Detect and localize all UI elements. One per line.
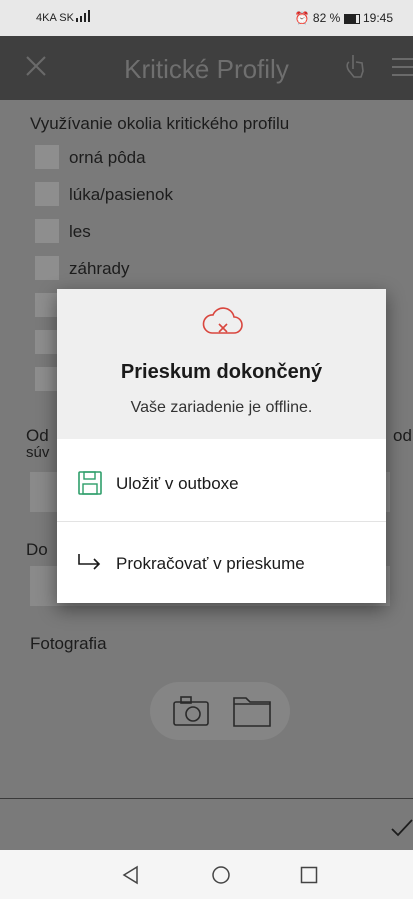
menu-icon[interactable] xyxy=(390,56,413,78)
checkbox[interactable] xyxy=(35,330,59,354)
recents-icon[interactable] xyxy=(300,866,318,884)
dialog-header: Prieskum dokončený Vaše zariadenie je of… xyxy=(57,289,386,439)
checkbox[interactable] xyxy=(35,293,59,317)
checkbox[interactable] xyxy=(35,256,59,280)
continue-survey-label: Prokračovať v prieskume xyxy=(116,554,305,573)
do-label: Do xyxy=(26,540,48,559)
save-outbox-button[interactable]: Uložiť v outboxe xyxy=(57,439,386,521)
floppy-disk-icon xyxy=(78,471,102,495)
checkmark-icon[interactable] xyxy=(391,819,413,837)
save-outbox-label: Uložiť v outboxe xyxy=(116,474,239,493)
option-label: lúka/pasienok xyxy=(69,185,173,204)
dialog-message: Vaše zariadenie je offline. xyxy=(130,399,313,416)
od-label: Od xyxy=(26,426,49,445)
option-label: orná pôda xyxy=(69,148,146,167)
battery-percent: 82 % xyxy=(312,11,341,25)
suv-label: súv xyxy=(26,444,50,461)
home-icon[interactable] xyxy=(211,865,231,885)
status-right: ⏰ 82 % 19:45 xyxy=(295,11,393,25)
status-bar: 4KA SK ⏰ 82 % 19:45 xyxy=(0,0,413,36)
battery-icon xyxy=(343,13,360,24)
signal-icon xyxy=(76,10,90,22)
checkbox[interactable] xyxy=(35,182,59,206)
checkbox[interactable] xyxy=(35,219,59,243)
photo-buttons xyxy=(150,682,290,740)
option-label: les xyxy=(69,222,91,241)
app-header: Kritické Profily xyxy=(0,36,413,100)
option-label: záhrady xyxy=(69,259,130,278)
touch-icon[interactable] xyxy=(344,52,366,80)
bottom-toolbar xyxy=(0,798,413,851)
arrow-return-icon xyxy=(78,554,101,570)
photo-label: Fotografia xyxy=(30,634,107,653)
clock: 19:45 xyxy=(362,11,393,25)
system-navbar xyxy=(0,850,413,899)
checkbox[interactable] xyxy=(35,145,59,169)
back-icon[interactable] xyxy=(121,865,139,885)
checkbox[interactable] xyxy=(35,367,59,391)
continue-survey-button[interactable]: Prokračovať v prieskume xyxy=(57,522,386,603)
od-label-right: od xyxy=(393,426,412,445)
alarm-icon: ⏰ xyxy=(294,11,310,25)
carrier-label: 4KA SK xyxy=(36,12,74,24)
folder-icon[interactable] xyxy=(232,694,272,728)
offline-dialog: Prieskum dokončený Vaše zariadenie je of… xyxy=(57,289,386,603)
dialog-title: Prieskum dokončený xyxy=(120,361,323,383)
cloud-offline-icon xyxy=(202,307,243,334)
camera-icon[interactable] xyxy=(172,695,210,727)
section-title: Využívanie okolia kritického profilu xyxy=(30,114,290,133)
